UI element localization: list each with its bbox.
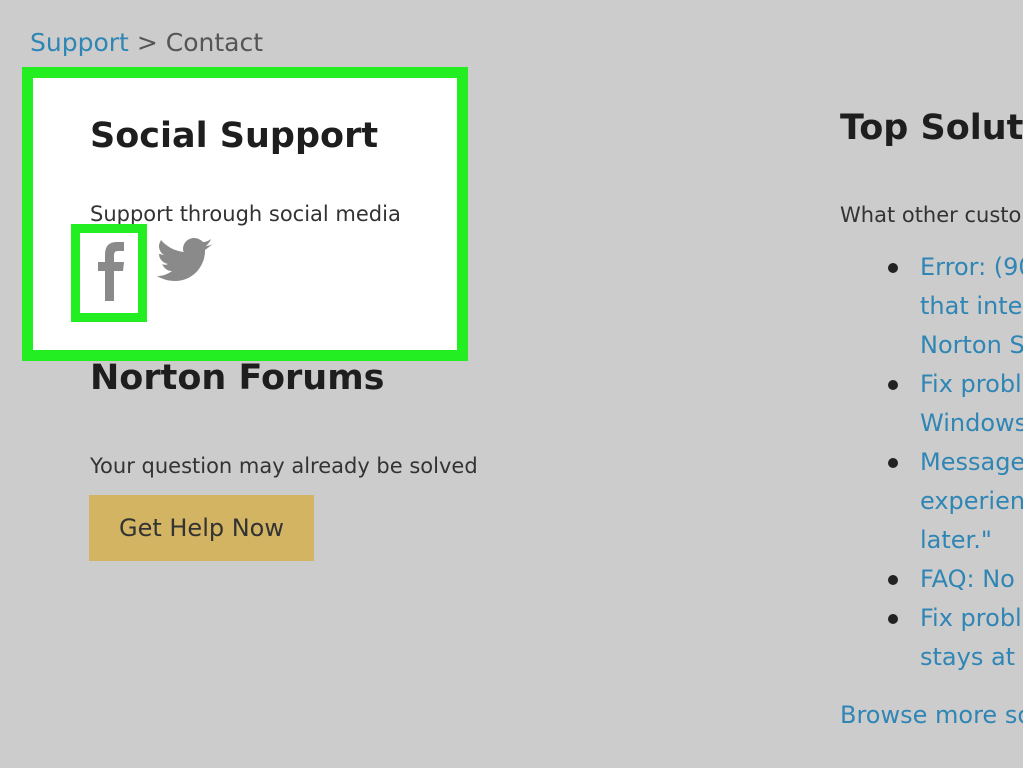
twitter-icon[interactable]	[157, 238, 213, 286]
solution-link-line: Message	[920, 448, 1023, 476]
solution-link-line: Fix probl	[920, 604, 1022, 632]
solution-link-line: FAQ: No	[920, 565, 1015, 593]
social-support-card: Social Support Support through social me…	[22, 67, 468, 361]
solution-link-line: later."	[920, 526, 992, 554]
norton-forums-description: Your question may already be solved	[90, 454, 478, 478]
facebook-icon[interactable]	[96, 241, 126, 301]
solution-link-line: experien	[920, 487, 1023, 515]
social-support-description: Support through social media	[90, 202, 401, 226]
solution-link-line: stays at '	[920, 643, 1023, 671]
solution-link-line: Windows	[920, 409, 1023, 437]
solution-item-faq: FAQ: No	[888, 560, 1023, 599]
solution-item-fix-windows: Fix probl Windows	[888, 365, 1023, 443]
solution-link-error[interactable]: Error: (90 that inte Norton S	[920, 253, 1023, 359]
solution-link-fix-stays[interactable]: Fix probl stays at '	[920, 604, 1023, 671]
social-support-title: Social Support	[90, 116, 379, 156]
breadcrumb-separator: >	[136, 28, 158, 57]
breadcrumb-support-link[interactable]: Support	[30, 28, 129, 57]
solution-link-line: Error: (90	[920, 253, 1023, 281]
top-solutions-title: Top Soluti	[840, 108, 1023, 148]
get-help-now-button[interactable]: Get Help Now	[89, 495, 314, 561]
solution-link-line: that inte	[920, 292, 1023, 320]
solution-link-fix-windows[interactable]: Fix probl Windows	[920, 370, 1023, 437]
norton-forums-title: Norton Forums	[90, 358, 385, 398]
top-solutions-description: What other custo	[840, 203, 1022, 227]
breadcrumb: Support > Contact	[30, 28, 263, 57]
top-solutions-list: Error: (90 that inte Norton S Fix probl Win…	[888, 248, 1023, 677]
facebook-highlight	[71, 224, 147, 322]
solution-item-fix-stays: Fix probl stays at '	[888, 599, 1023, 677]
solution-item-error: Error: (90 that inte Norton S	[888, 248, 1023, 365]
solution-link-message[interactable]: Message experien later."	[920, 448, 1023, 554]
solution-item-message: Message experien later."	[888, 443, 1023, 560]
solution-link-faq[interactable]: FAQ: No	[920, 565, 1015, 593]
browse-more-solutions-link[interactable]: Browse more so	[840, 701, 1023, 729]
solution-link-line: Fix probl	[920, 370, 1022, 398]
breadcrumb-current: Contact	[165, 28, 264, 57]
solution-link-line: Norton S	[920, 331, 1023, 359]
